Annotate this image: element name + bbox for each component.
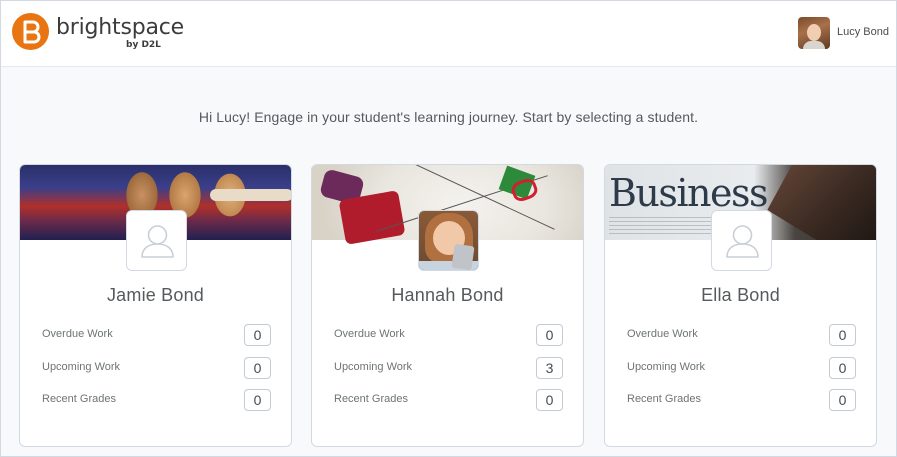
recent-grades-row[interactable]: Recent Grades 0 (627, 389, 856, 411)
user-name[interactable]: Lucy Bond (837, 26, 889, 38)
upcoming-count: 3 (536, 357, 563, 379)
greeting-text: Hi Lucy! Engage in your student's learni… (198, 109, 699, 125)
overdue-work-row[interactable]: Overdue Work 0 (627, 324, 856, 346)
stat-label: Recent Grades (42, 393, 116, 405)
recent-grades-row[interactable]: Recent Grades 0 (42, 389, 271, 411)
overdue-work-row[interactable]: Overdue Work 0 (42, 324, 271, 346)
grades-count: 0 (829, 389, 856, 411)
student-card-jamie[interactable]: Jamie Bond Overdue Work 0 Upcoming Work … (19, 164, 292, 447)
stat-label: Overdue Work (42, 328, 113, 340)
overdue-count: 0 (244, 324, 271, 346)
stat-label: Upcoming Work (334, 361, 413, 373)
banner-newspaper-word: Business (609, 171, 769, 215)
upcoming-work-row[interactable]: Upcoming Work 0 (627, 357, 856, 379)
stat-label: Overdue Work (627, 328, 698, 340)
student-name: Ella Bond (701, 285, 780, 305)
student-card-ella[interactable]: Business Ella Bond Overdue Work 0 Upcomi… (604, 164, 877, 447)
upcoming-count: 0 (829, 357, 856, 379)
brightspace-logo-icon[interactable] (12, 13, 49, 50)
overdue-work-row[interactable]: Overdue Work 0 (334, 324, 563, 346)
student-card-hannah[interactable]: Hannah Bond Overdue Work 0 Upcoming Work… (311, 164, 584, 447)
student-name: Jamie Bond (106, 285, 205, 305)
stat-label: Upcoming Work (627, 361, 706, 373)
user-avatar[interactable] (798, 17, 830, 49)
student-photo-avatar (418, 210, 479, 271)
student-name: Hannah Bond (391, 285, 504, 305)
stat-label: Overdue Work (334, 328, 405, 340)
upcoming-work-row[interactable]: Upcoming Work 3 (334, 357, 563, 379)
grades-count: 0 (244, 389, 271, 411)
overdue-count: 0 (829, 324, 856, 346)
placeholder-person-icon (711, 210, 772, 271)
grades-count: 0 (536, 389, 563, 411)
stat-label: Recent Grades (627, 393, 701, 405)
upcoming-count: 0 (244, 357, 271, 379)
brand-sub: by D2L (126, 40, 161, 50)
stat-label: Upcoming Work (42, 361, 121, 373)
placeholder-person-icon (126, 210, 187, 271)
upcoming-work-row[interactable]: Upcoming Work 0 (42, 357, 271, 379)
stat-label: Recent Grades (334, 393, 408, 405)
top-header: brightspace by D2L Lucy Bond (1, 1, 896, 67)
overdue-count: 0 (536, 324, 563, 346)
recent-grades-row[interactable]: Recent Grades 0 (334, 389, 563, 411)
brand-name[interactable]: brightspace (56, 15, 184, 41)
